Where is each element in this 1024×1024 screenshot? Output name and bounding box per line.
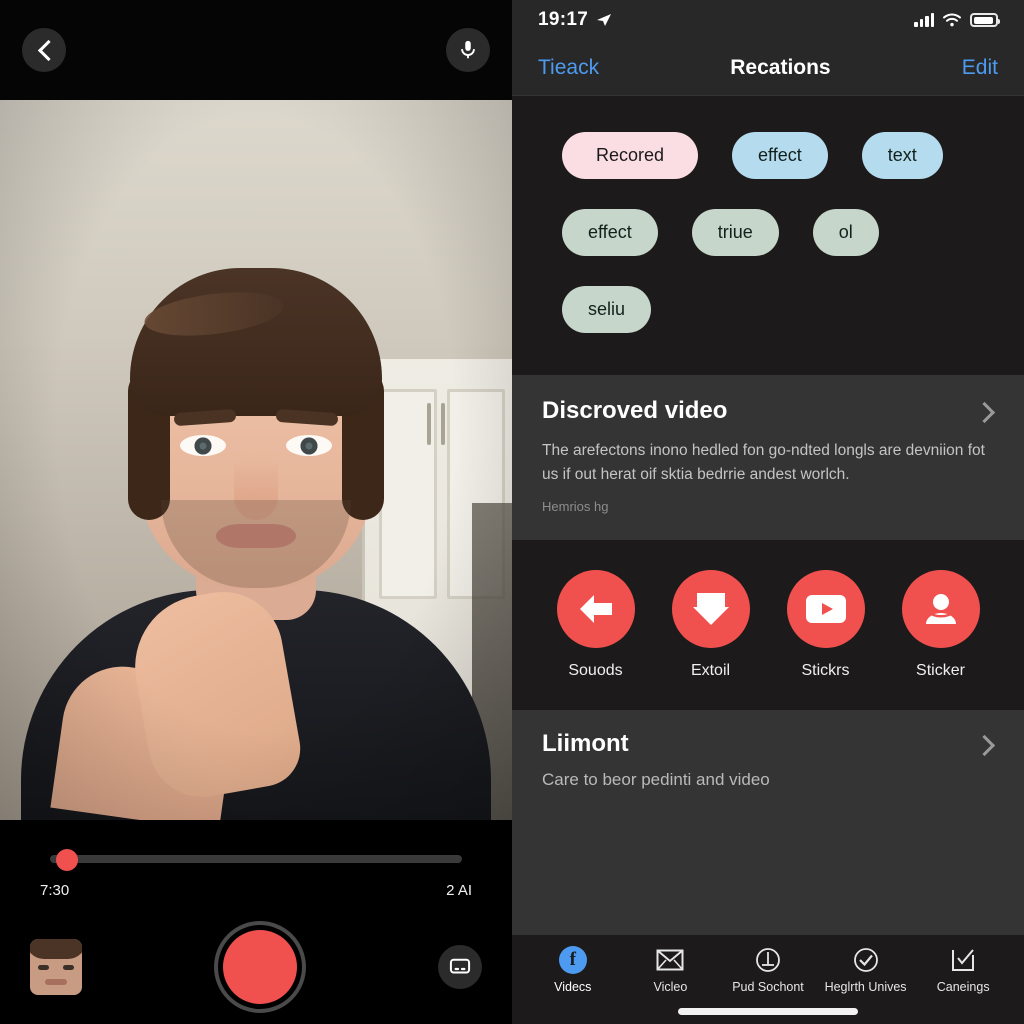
- tab-label: Vicleo: [653, 980, 688, 994]
- status-time: 19:17: [538, 9, 589, 30]
- limit-title: Liimont: [542, 730, 629, 758]
- action-label: Souods: [568, 662, 623, 680]
- chip-triue[interactable]: triue: [691, 209, 779, 256]
- video-play-icon: [805, 595, 846, 624]
- phone-panel: 19:17 Tieack Recations Edit Recored effe…: [512, 0, 1024, 1024]
- tab-videcs[interactable]: f Videcs: [524, 945, 622, 994]
- page-title: Recations: [730, 55, 831, 79]
- tab-bar: f Videcs Vicleo Pud Sochont Heglrth Univ…: [512, 935, 1024, 994]
- cellular-signal-icon: [914, 13, 934, 27]
- action-souods[interactable]: Souods: [546, 570, 646, 680]
- current-time: 7:30: [40, 882, 70, 899]
- chip-row: Recored effect text: [562, 132, 996, 179]
- action-circle: [671, 570, 750, 649]
- camera-controls: 7:30 2 AI: [0, 820, 512, 1024]
- battery-icon: [970, 13, 1000, 27]
- card-title: Discroved video: [542, 397, 728, 424]
- location-arrow-icon: [597, 14, 612, 26]
- tab-label: Pud Sochont: [732, 980, 804, 994]
- tab-label: Videcs: [554, 980, 592, 994]
- action-circle: [786, 570, 865, 649]
- microphone-icon: [461, 40, 475, 59]
- camera-top-bar: [0, 0, 512, 100]
- thumbnail-hair: [30, 939, 82, 959]
- card-header: Discroved video: [542, 397, 996, 425]
- timeline-track: [50, 855, 462, 863]
- card-header: Liimont: [542, 730, 996, 758]
- check-circle-icon: [851, 945, 881, 975]
- tab-label: Heglrth Unives: [824, 980, 907, 994]
- action-buttons-row: Souods Extoil Stickrs Sticker: [512, 540, 1024, 711]
- action-label: Sticker: [916, 662, 965, 680]
- arrow-down-icon: [692, 593, 729, 626]
- tab-caneings[interactable]: Caneings: [914, 945, 1012, 994]
- home-indicator-area: [512, 994, 1024, 1024]
- card-meta-text: Hemrios hg: [542, 499, 609, 515]
- total-time: 2 AI: [446, 882, 472, 899]
- action-extoil[interactable]: Extoil: [661, 570, 761, 680]
- chip-seliu[interactable]: seliu: [562, 286, 652, 333]
- person-icon: [925, 594, 956, 625]
- tab-pud-sochont[interactable]: Pud Sochont: [719, 945, 817, 994]
- timeline-knob[interactable]: [56, 849, 78, 871]
- thumbnail-mouth: [45, 979, 67, 985]
- record-button-inner: [223, 930, 297, 1004]
- chevron-right-icon[interactable]: [977, 738, 990, 751]
- split-screen: 7:30 2 AI 19:17 Tieack Recations Edit Re…: [0, 0, 1024, 1024]
- thumbnail-eye: [38, 965, 49, 970]
- feed-vignette: [0, 100, 512, 820]
- tab-heglrth-unives[interactable]: Heglrth Unives: [817, 945, 915, 994]
- envelope-icon: [655, 945, 685, 975]
- camera-panel: 7:30 2 AI: [0, 0, 512, 1024]
- chip-ol[interactable]: ol: [812, 209, 879, 256]
- card-body-text: The arefectons inono hedled fon go-ndted…: [542, 442, 985, 484]
- captions-button[interactable]: [438, 945, 482, 989]
- action-stickrs[interactable]: Stickrs: [776, 570, 876, 680]
- action-circle: [901, 570, 980, 649]
- limit-subtitle: Care to beor pedinti and video: [542, 770, 770, 790]
- chip-row: seliu: [562, 286, 996, 333]
- chip-effect[interactable]: effect: [732, 132, 828, 179]
- tab-label: Caneings: [936, 980, 990, 994]
- chip-text[interactable]: text: [861, 132, 943, 179]
- timestamp-row: 7:30 2 AI: [28, 882, 484, 899]
- action-label: Extoil: [690, 662, 731, 680]
- back-button[interactable]: [22, 28, 66, 72]
- shutter-row: [28, 921, 484, 1013]
- edit-button[interactable]: Edit: [962, 56, 998, 80]
- thumbnail-eye: [63, 965, 74, 970]
- limit-card[interactable]: Liimont Care to beor pedinti and video: [512, 710, 1024, 935]
- navigation-bar: Tieack Recations Edit: [512, 40, 1024, 96]
- nav-back-button[interactable]: Tieack: [538, 56, 599, 80]
- back-chevron-icon: [36, 42, 52, 58]
- action-circle: [556, 570, 635, 649]
- status-bar-left: 19:17: [538, 9, 612, 31]
- home-indicator[interactable]: [678, 1008, 858, 1015]
- chip-effect-2[interactable]: effect: [562, 209, 658, 256]
- circle-line-icon: [753, 945, 783, 975]
- action-label: Stickrs: [801, 662, 850, 680]
- status-bar-right: [914, 13, 1000, 27]
- captions-icon: [449, 958, 471, 974]
- chip-row: effect triue ol: [562, 209, 996, 256]
- arrow-left-icon: [579, 595, 612, 624]
- camera-video-feed[interactable]: [0, 100, 512, 820]
- checked-square-icon: [948, 945, 978, 975]
- microphone-button[interactable]: [446, 28, 490, 72]
- chips-area: Recored effect text effect triue ol seli…: [512, 96, 1024, 375]
- chevron-right-icon[interactable]: [977, 405, 990, 418]
- discovered-video-card[interactable]: Discroved video The arefectons inono hed…: [512, 375, 1024, 541]
- chip-recored[interactable]: Recored: [562, 132, 699, 179]
- wifi-icon: [943, 13, 961, 27]
- preview-thumbnail[interactable]: [30, 939, 82, 995]
- tab-vicleo[interactable]: Vicleo: [622, 945, 720, 994]
- action-sticker[interactable]: Sticker: [891, 570, 991, 680]
- facebook-icon: f: [558, 945, 588, 975]
- record-button[interactable]: [214, 921, 306, 1013]
- status-bar: 19:17: [512, 0, 1024, 40]
- timeline-slider[interactable]: [28, 849, 484, 871]
